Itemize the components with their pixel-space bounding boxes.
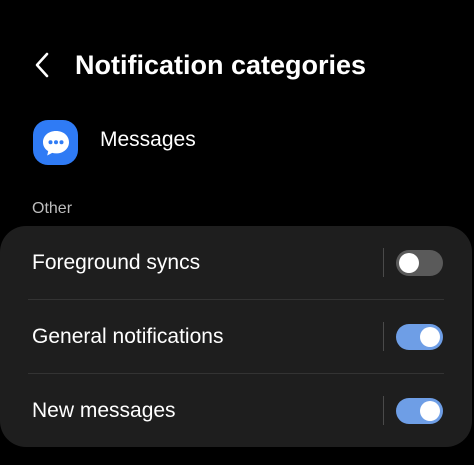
toggle-foreground-syncs[interactable] (396, 250, 443, 276)
category-row-new-messages[interactable]: New messages (0, 374, 472, 447)
category-row-foreground-syncs[interactable]: Foreground syncs (0, 226, 472, 299)
back-button[interactable] (26, 48, 58, 82)
chat-bubble-icon (42, 130, 69, 155)
category-label: New messages (32, 399, 176, 422)
toggle-knob (420, 401, 440, 421)
chevron-left-icon (35, 52, 49, 78)
divider (383, 322, 384, 351)
category-label: General notifications (32, 325, 224, 348)
app-info-row: Messages (0, 116, 474, 172)
toggle-new-messages[interactable] (396, 398, 443, 424)
toggle-knob (399, 253, 419, 273)
page-title: Notification categories (75, 50, 367, 80)
categories-card: Foreground syncs General notifications N… (0, 226, 472, 447)
app-bar: Notification categories (0, 40, 474, 90)
app-name: Messages (100, 128, 196, 151)
messages-app-icon (33, 120, 78, 165)
divider (383, 248, 384, 277)
toggle-knob (420, 327, 440, 347)
section-header-other: Other (32, 200, 73, 217)
category-label: Foreground syncs (32, 251, 201, 274)
category-row-general-notifications[interactable]: General notifications (0, 300, 472, 373)
toggle-general-notifications[interactable] (396, 324, 443, 350)
divider (383, 396, 384, 425)
